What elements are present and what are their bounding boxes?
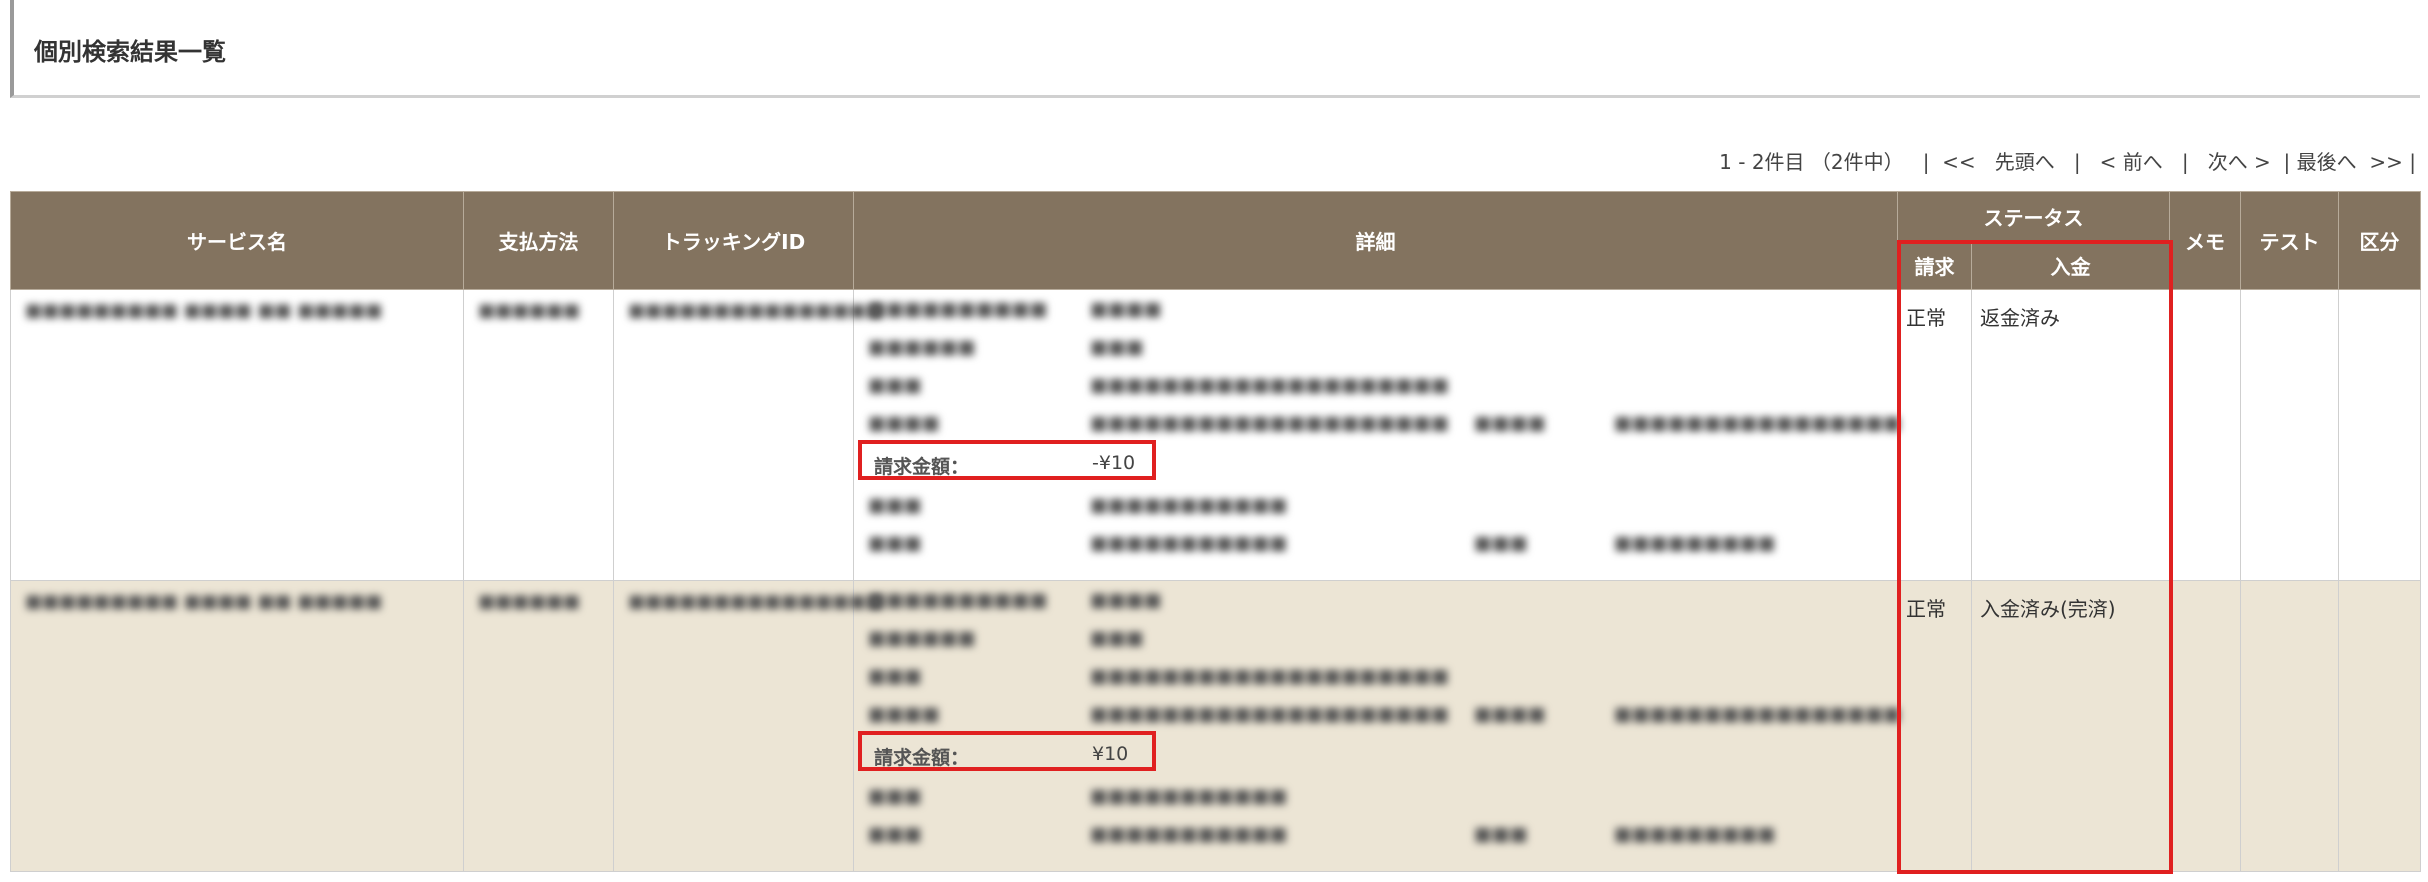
detail-label: ■■■■■■ — [868, 627, 976, 649]
header-category: 区分 — [2338, 191, 2421, 290]
detail-value: ■■■■■■■■■ — [1614, 532, 1776, 554]
page-title: 個別検索結果一覧 — [34, 38, 226, 66]
header-deposit: 入金 — [1971, 241, 2170, 290]
detail-value: ■■■■ — [1090, 589, 1162, 611]
billing-status: 正常 — [1906, 597, 1946, 621]
detail-value: ■■■ — [1090, 627, 1144, 649]
amount-value: ¥10 — [1092, 743, 1129, 765]
service-name: ■■■■■■■■■ ■■■■ ■■ ■■■■■ — [25, 300, 383, 321]
amount-label: 請求金額： — [874, 456, 970, 478]
detail-label: ■■■■ — [1474, 412, 1546, 434]
tracking-id[interactable]: ■■■■■■■■■■■■■■■ — [614, 581, 883, 622]
memo-cell — [2169, 289, 2241, 581]
detail-value: ■■■■ — [1090, 298, 1162, 320]
header-status: ステータス — [1897, 191, 2170, 242]
pagination: 1 - 2件目 （2件中） | << 先頭へ | < 前へ | 次へ > | 最… — [1719, 146, 2416, 175]
pager-first-link[interactable]: 先頭へ — [1995, 150, 2055, 174]
detail-label: ■■■■■■■■■■ — [868, 298, 1048, 320]
pager-range: 1 - 2件目 （2件中） — [1719, 150, 1904, 174]
pager-last-link[interactable]: | 最後へ — [2284, 150, 2357, 174]
category-cell — [2338, 289, 2421, 581]
detail-value: ■■■■■■■■■■■ — [1090, 785, 1288, 807]
pager-end-sep: | — [2409, 150, 2416, 174]
header-payment: 支払方法 — [463, 191, 614, 290]
pager-sep: | — [1922, 150, 1930, 174]
billing-status: 正常 — [1906, 306, 1946, 330]
detail-label: ■■■■ — [868, 412, 940, 434]
test-cell — [2240, 580, 2339, 872]
header-tracking: トラッキングID — [613, 191, 854, 290]
detail-value: ■■■■■■■■■ — [1614, 823, 1776, 845]
payment-method: ■■■■■■ — [478, 591, 581, 612]
table-row: ■■■■■■■■■ ■■■■ ■■ ■■■■■ ■■■■■■ ■■■■■■■■■… — [10, 289, 2421, 581]
detail-label: ■■■ — [868, 823, 922, 845]
header-billing: 請求 — [1897, 241, 1972, 290]
header-service: サービス名 — [10, 191, 464, 290]
pager-first-prefix[interactable]: << — [1942, 150, 1976, 174]
amount-highlight: 請求金額： -¥10 — [858, 440, 1156, 480]
header-test: テスト — [2240, 191, 2339, 290]
title-bar: 個別検索結果一覧 — [10, 0, 2420, 98]
detail-label: ■■■■ — [868, 703, 940, 725]
detail-label: ■■■■■■■■■■ — [868, 589, 1048, 611]
detail-label: ■■■ — [868, 532, 922, 554]
detail-value: ■■■■■■■■■■■■■■■■■■■■ — [1090, 665, 1450, 687]
detail-label: ■■■ — [1474, 532, 1528, 554]
table-row: ■■■■■■■■■ ■■■■ ■■ ■■■■■ ■■■■■■ ■■■■■■■■■… — [10, 580, 2421, 872]
detail-value: ■■■■■■■■■■■■■■■■ — [1614, 703, 1902, 725]
pager-sep: | — [2181, 150, 2189, 174]
pager-next-link[interactable]: 次へ > — [2208, 150, 2271, 174]
payment-method: ■■■■■■ — [478, 300, 581, 321]
tracking-id[interactable]: ■■■■■■■■■■■■■■■ — [614, 290, 883, 331]
detail-value: ■■■■■■■■■■■ — [1090, 823, 1288, 845]
amount-value: -¥10 — [1092, 452, 1136, 474]
detail-label: ■■■ — [868, 785, 922, 807]
pager-prev-link[interactable]: < 前へ — [2100, 150, 2163, 174]
detail-label: ■■■ — [868, 665, 922, 687]
detail-value: ■■■■■■■■■■■■■■■■■■■■ — [1090, 412, 1450, 434]
detail-value: ■■■■■■■■■■■ — [1090, 494, 1288, 516]
detail-label: ■■■ — [1474, 823, 1528, 845]
detail-label: ■■■■ — [1474, 703, 1546, 725]
memo-cell — [2169, 580, 2241, 872]
detail-label: ■■■ — [868, 374, 922, 396]
deposit-status: 返金済み — [1980, 306, 2060, 330]
service-name: ■■■■■■■■■ ■■■■ ■■ ■■■■■ — [25, 591, 383, 612]
category-cell — [2338, 580, 2421, 872]
deposit-status: 入金済み(完済) — [1980, 597, 2116, 621]
detail-value: ■■■■■■■■■■■ — [1090, 532, 1288, 554]
pager-last-suffix[interactable]: >> — [2369, 150, 2403, 174]
detail-value: ■■■ — [1090, 336, 1144, 358]
pager-sep: | — [2073, 150, 2081, 174]
detail-value: ■■■■■■■■■■■■■■■■ — [1614, 412, 1902, 434]
header-memo: メモ — [2169, 191, 2241, 290]
detail-block: ■■■■■■■■■■ ■■■■ ■■■■■■ ■■■ ■■■ ■■■■■■■■■… — [854, 290, 1901, 580]
detail-value: ■■■■■■■■■■■■■■■■■■■■ — [1090, 374, 1450, 396]
detail-label: ■■■ — [868, 494, 922, 516]
test-cell — [2240, 289, 2339, 581]
detail-block: ■■■■■■■■■■ ■■■■ ■■■■■■ ■■■ ■■■ ■■■■■■■■■… — [854, 581, 1901, 871]
detail-value: ■■■■■■■■■■■■■■■■■■■■ — [1090, 703, 1450, 725]
results-table: サービス名 支払方法 トラッキングID 詳細 ステータス メモ テスト 区分 請… — [10, 191, 2421, 872]
detail-label: ■■■■■■ — [868, 336, 976, 358]
header-detail: 詳細 — [853, 191, 1898, 290]
amount-label: 請求金額： — [874, 747, 970, 769]
amount-highlight: 請求金額： ¥10 — [858, 731, 1156, 771]
